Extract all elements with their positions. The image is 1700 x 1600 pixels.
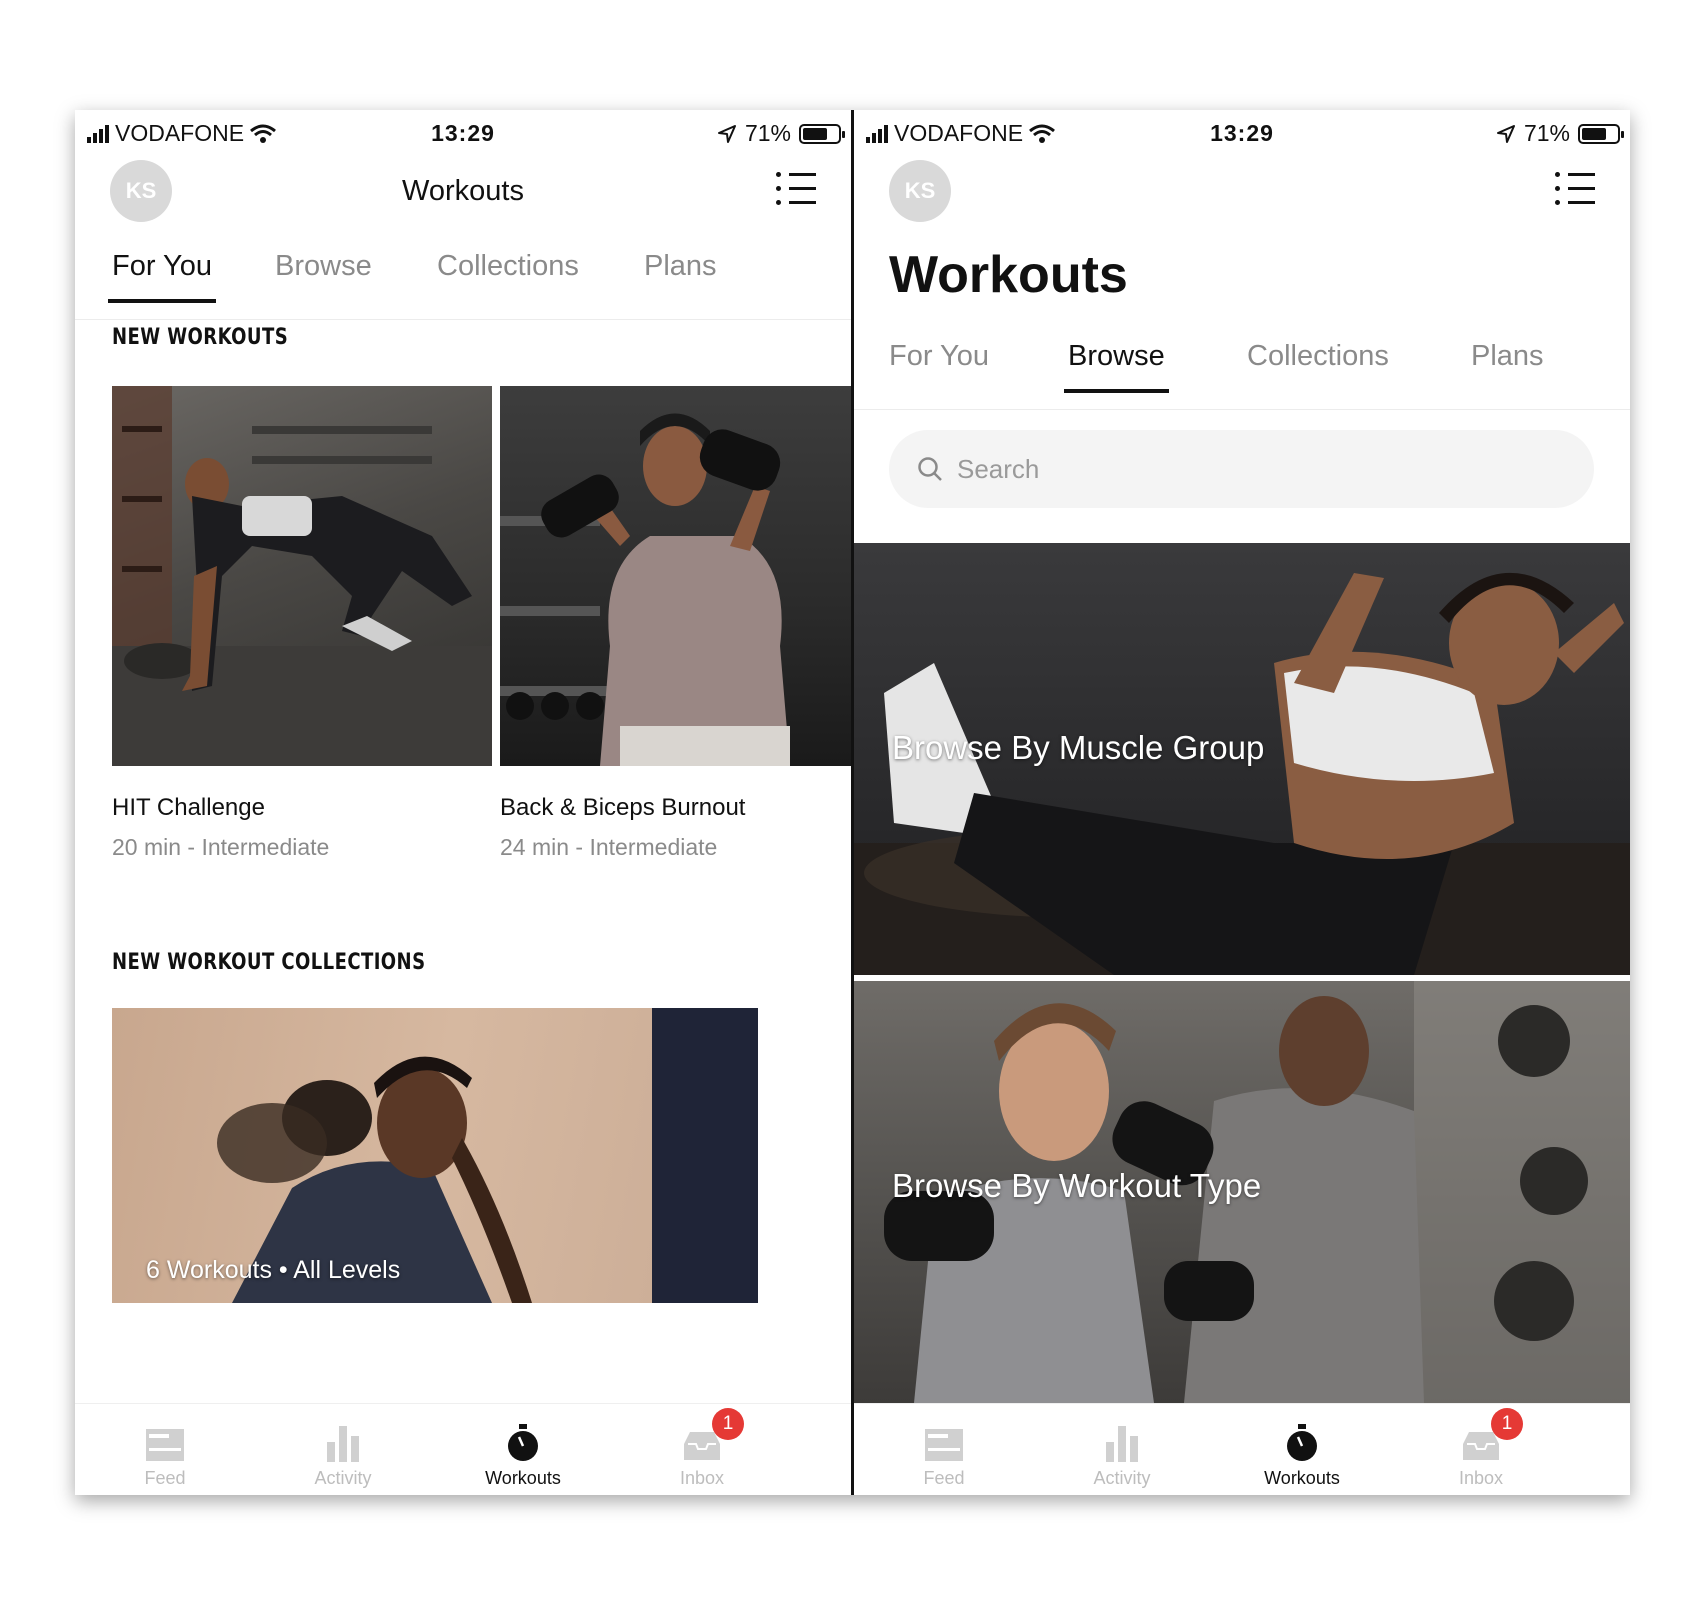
phone-for-you: VODAFONE 13:29 71% KS Workouts For You B… xyxy=(75,110,851,1495)
tabbar-feed[interactable]: Feed xyxy=(874,1416,1014,1489)
battery-icon xyxy=(799,123,845,144)
collection-caption: 6 Workouts • All Levels xyxy=(146,1256,401,1284)
search-placeholder: Search xyxy=(957,453,1040,484)
tabbar-activity[interactable]: Activity xyxy=(1052,1416,1192,1489)
tab-collections[interactable]: Collections xyxy=(437,250,579,301)
tab-for-you[interactable]: For You xyxy=(889,340,989,391)
browse-workout-type-label: Browse By Workout Type xyxy=(892,1167,1262,1204)
tabbar-workouts[interactable]: Workouts xyxy=(453,1416,593,1489)
tabbar-activity-label: Activity xyxy=(1093,1468,1151,1488)
tab-for-you[interactable]: For You xyxy=(108,250,216,303)
status-bar: VODAFONE 13:29 71% xyxy=(75,110,851,156)
battery-percent: 71% xyxy=(1523,120,1570,146)
tabbar-workouts-label: Workouts xyxy=(485,1468,561,1488)
bottom-tab-bar: Feed Activity Workouts 1 Inbox xyxy=(75,1403,851,1495)
workout-title-hit[interactable]: HIT Challenge xyxy=(112,794,265,822)
tabbar-inbox-label: Inbox xyxy=(679,1468,725,1488)
activity-bars-icon xyxy=(327,1426,359,1462)
status-bar: VODAFONE 13:29 71% xyxy=(854,110,1630,156)
workout-title-back-biceps[interactable]: Back & Biceps Burnout xyxy=(500,794,745,822)
stopwatch-icon xyxy=(1287,1424,1317,1461)
tabbar-inbox[interactable]: 1 Inbox xyxy=(632,1408,772,1489)
search-icon xyxy=(918,457,942,481)
tabbar-workouts-label: Workouts xyxy=(1264,1468,1340,1488)
tabbar-feed-label: Feed xyxy=(923,1468,965,1488)
tab-bar-top: For You Browse Collections Plans xyxy=(854,340,1630,410)
browse-muscle-group-label: Browse By Muscle Group xyxy=(892,729,1265,766)
feed-icon xyxy=(925,1429,963,1461)
tabbar-workouts[interactable]: Workouts xyxy=(1232,1416,1372,1489)
activity-bars-icon xyxy=(1106,1426,1138,1462)
avatar[interactable]: KS xyxy=(889,160,951,222)
stopwatch-icon xyxy=(508,1424,538,1461)
filter-list-icon[interactable] xyxy=(776,172,816,206)
location-arrow-icon xyxy=(1496,124,1515,143)
page-title: Workouts xyxy=(402,175,524,207)
browse-workout-type-card[interactable]: Browse By Workout Type xyxy=(854,981,1630,1403)
tab-collections[interactable]: Collections xyxy=(1247,340,1389,391)
screenshot-pair: VODAFONE 13:29 71% KS Workouts For You B… xyxy=(75,110,1630,1495)
bottom-tab-bar: Feed Activity Workouts 1 Inbox xyxy=(854,1403,1630,1495)
workout-meta-hit: 20 min - Intermediate xyxy=(112,834,330,860)
inbox-badge: 1 xyxy=(712,1408,744,1440)
battery-icon xyxy=(1578,123,1624,144)
workout-card-image-back-biceps[interactable] xyxy=(500,386,851,766)
filter-list-icon[interactable] xyxy=(1555,172,1595,206)
tabbar-activity[interactable]: Activity xyxy=(273,1416,413,1489)
inbox-badge: 1 xyxy=(1491,1408,1523,1440)
tabbar-activity-label: Activity xyxy=(314,1468,372,1488)
collection-card-image[interactable]: 6 Workouts • All Levels xyxy=(112,1008,758,1303)
battery-percent: 71% xyxy=(744,120,791,146)
search-input[interactable]: Search xyxy=(889,430,1594,508)
location-arrow-icon xyxy=(717,124,736,143)
tabbar-inbox-label: Inbox xyxy=(1458,1468,1504,1488)
page-title: Workouts xyxy=(889,246,1128,304)
tabbar-inbox[interactable]: 1 Inbox xyxy=(1411,1408,1551,1489)
tab-plans[interactable]: Plans xyxy=(644,250,717,301)
tabbar-feed[interactable]: Feed xyxy=(95,1416,235,1489)
browse-muscle-group-card[interactable]: Browse By Muscle Group xyxy=(854,543,1630,975)
section-title-new-workouts: NEW WORKOUTS xyxy=(112,325,289,350)
workout-card-image-hit[interactable] xyxy=(112,386,492,766)
tab-plans[interactable]: Plans xyxy=(1471,340,1544,391)
tab-browse[interactable]: Browse xyxy=(1064,340,1169,393)
athlete-plank-illustration xyxy=(112,386,492,766)
section-title-new-collections: NEW WORKOUT COLLECTIONS xyxy=(112,950,426,975)
feed-icon xyxy=(146,1429,184,1461)
athlete-dumbbell-illustration xyxy=(500,413,790,766)
workout-meta-back-biceps: 24 min - Intermediate xyxy=(500,834,718,860)
tab-browse[interactable]: Browse xyxy=(275,250,372,301)
status-right: 71% xyxy=(717,120,845,147)
tabbar-feed-label: Feed xyxy=(144,1468,186,1488)
status-right: 71% xyxy=(1496,120,1624,147)
tab-bar-top: For You Browse Collections Plans xyxy=(75,250,851,320)
phone-browse: VODAFONE 13:29 71% KS Workouts For You B… xyxy=(854,110,1630,1495)
